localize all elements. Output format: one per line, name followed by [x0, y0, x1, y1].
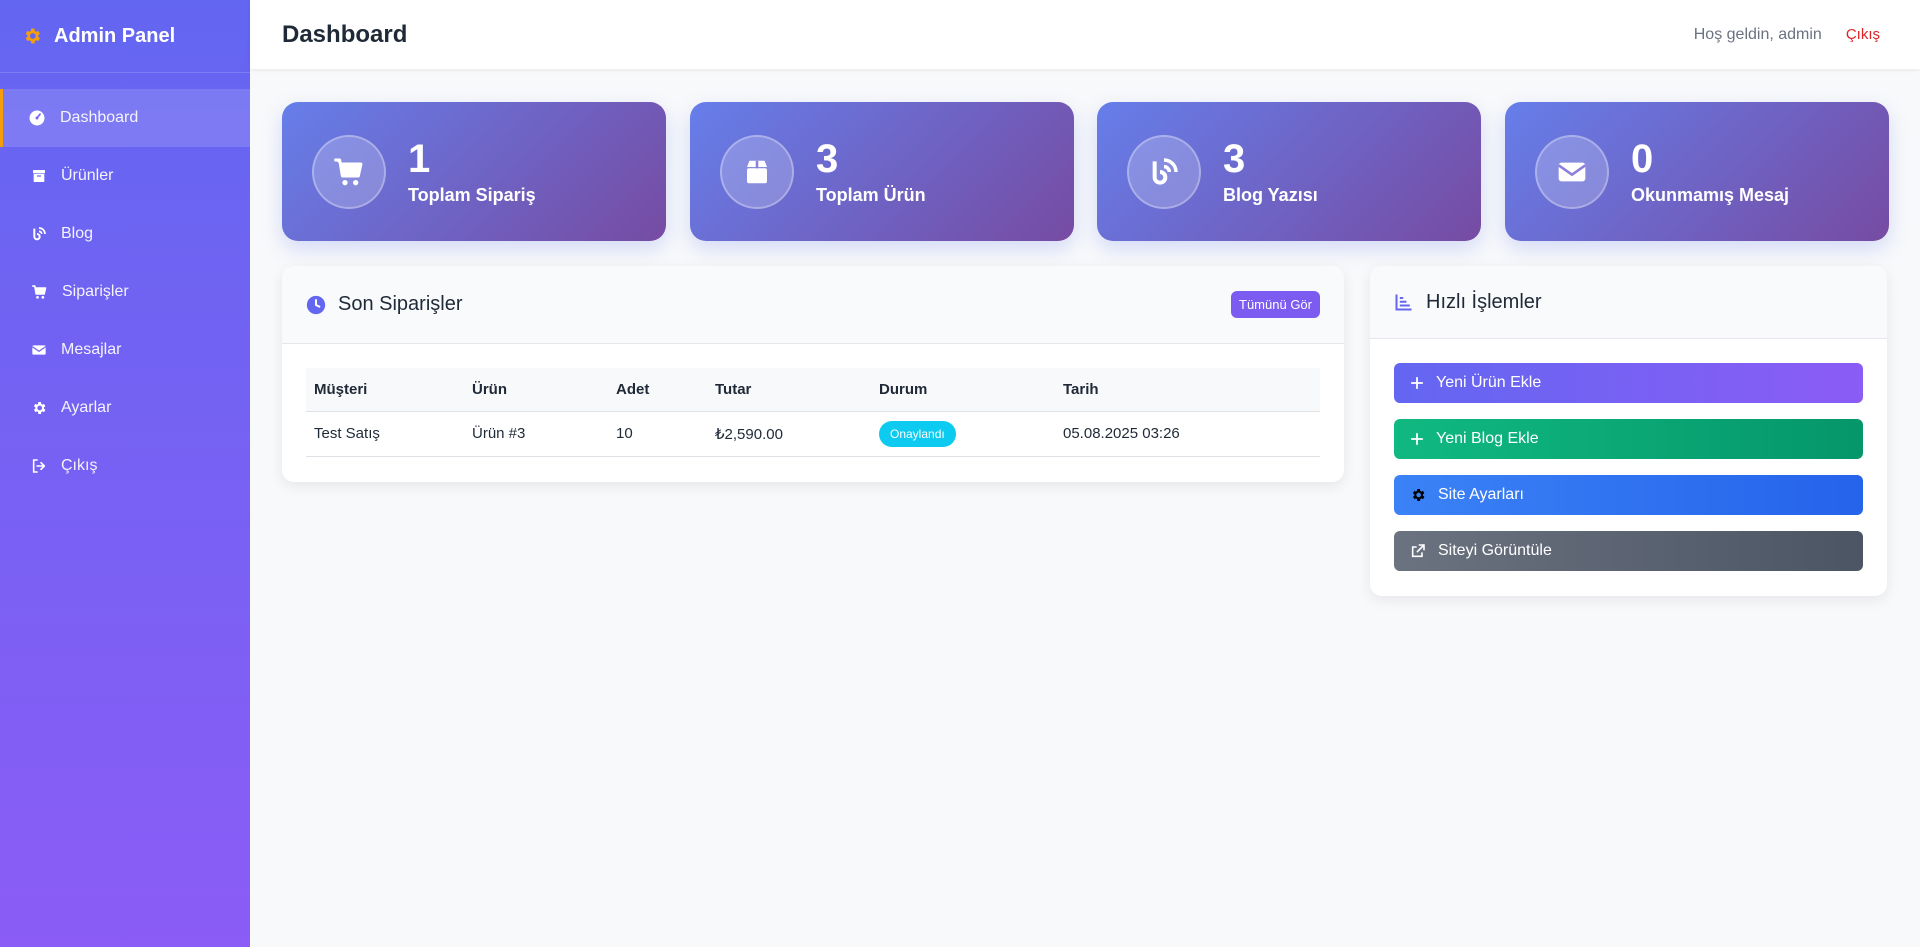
stat-icon-circle — [720, 134, 794, 209]
column-header-customer: Müşteri — [306, 368, 464, 412]
stat-icon-circle — [1127, 134, 1201, 209]
recent-orders-card: Son Siparişler Tümünü Gör Müşteri Ürün A… — [282, 266, 1344, 482]
stat-value: 3 — [1223, 137, 1246, 181]
box-icon — [33, 170, 45, 182]
view-site-button[interactable]: Siteyi Görüntüle — [1394, 531, 1863, 571]
stat-label: Toplam Ürün — [816, 185, 926, 205]
page-title: Dashboard — [282, 20, 408, 48]
stat-label: Toplam Sipariş — [408, 185, 536, 205]
add-blog-button[interactable]: Yeni Blog Ekle — [1394, 419, 1863, 459]
sidebar-item-ayarlar[interactable]: Ayarlar — [0, 379, 250, 437]
orders-table: Müşteri Ürün Adet Tutar Durum Tarih Test… — [306, 368, 1320, 457]
sidebar-item-label: Mesajlar — [61, 341, 122, 358]
stat-card-blog: 3 Blog Yazısı — [1097, 102, 1481, 241]
table-row: Test Satış Ürün #3 10 ₺2,590.00 Onayland… — [306, 411, 1320, 457]
stat-icon-circle — [312, 134, 386, 209]
cart-icon — [334, 158, 363, 185]
stat-value: 0 — [1631, 137, 1654, 181]
logout-link[interactable]: Çıkış — [1846, 26, 1880, 43]
dashboard-icon — [29, 110, 45, 126]
recent-orders-header: Son Siparişler Tümünü Gör — [282, 266, 1344, 344]
action-label: Site Ayarları — [1438, 486, 1524, 503]
plus-icon — [1410, 432, 1424, 446]
gear-icon — [25, 28, 40, 44]
welcome-text: Hoş geldin, admin — [1693, 25, 1822, 43]
add-product-button[interactable]: Yeni Ürün Ekle — [1394, 363, 1863, 403]
action-label: Yeni Blog Ekle — [1436, 430, 1539, 447]
sidebar-item-label: Ayarlar — [61, 399, 112, 416]
box-icon — [747, 160, 767, 183]
stat-value: 3 — [816, 137, 839, 181]
topbar-user: Hoş geldin, admin Çıkış — [1694, 26, 1880, 44]
sidebar-item-urunler[interactable]: Ürünler — [0, 147, 250, 205]
sidebar-item-cikis[interactable]: Çıkış — [0, 437, 250, 495]
sidebar-item-label: Siparişler — [62, 283, 129, 300]
topbar: Dashboard Hoş geldin, admin Çıkış — [250, 0, 1920, 69]
cell-date: 05.08.2025 03:26 — [1055, 411, 1320, 457]
brand-title: Admin Panel — [54, 24, 176, 47]
sidebar-item-mesajlar[interactable]: Mesajlar — [0, 321, 250, 379]
sidebar: Admin Panel Dashboard Ürünler Blog Sipar… — [0, 0, 250, 947]
sidebar-item-label: Dashboard — [60, 109, 139, 126]
quick-actions-header: Hızlı İşlemler — [1370, 266, 1887, 339]
column-header-product: Ürün — [464, 368, 608, 412]
stat-card-messages: 0 Okunmamış Mesaj — [1505, 102, 1889, 241]
column-header-qty: Adet — [608, 368, 707, 412]
envelope-icon — [31, 345, 47, 355]
envelope-icon — [1557, 162, 1587, 181]
action-label: Siteyi Görüntüle — [1438, 542, 1552, 559]
stat-card-orders: 1 Toplam Sipariş — [282, 102, 666, 241]
stat-label: Okunmamış Mesaj — [1631, 185, 1790, 205]
brand: Admin Panel — [0, 0, 250, 73]
sign-out-icon — [32, 459, 46, 473]
stat-value: 1 — [408, 137, 431, 181]
column-header-status: Durum — [871, 368, 1055, 412]
cell-amount: ₺2,590.00 — [707, 411, 871, 457]
sidebar-nav: Dashboard Ürünler Blog Siparişler Mesajl… — [0, 89, 250, 495]
column-header-amount: Tutar — [707, 368, 871, 412]
stat-label: Blog Yazısı — [1223, 185, 1318, 205]
quick-actions-list: Yeni Ürün Ekle Yeni Blog Ekle Site Ayarl… — [1370, 339, 1887, 571]
sidebar-item-siparisler[interactable]: Siparişler — [0, 263, 250, 321]
external-link-icon — [1411, 544, 1425, 558]
status-badge: Onaylandı — [879, 420, 956, 447]
action-label: Yeni Ürün Ekle — [1436, 374, 1542, 391]
plus-icon — [1410, 376, 1424, 390]
sidebar-item-label: Ürünler — [61, 167, 114, 184]
sidebar-item-blog[interactable]: Blog — [0, 205, 250, 263]
cart-icon — [32, 285, 47, 299]
sidebar-item-dashboard[interactable]: Dashboard — [0, 89, 250, 147]
cell-customer: Test Satış — [306, 411, 464, 457]
quick-actions-title: Hızlı İşlemler — [1426, 290, 1542, 313]
recent-orders-title: Son Siparişler — [338, 293, 463, 315]
cell-status: Onaylandı — [871, 411, 1055, 457]
cell-qty: 10 — [608, 411, 707, 457]
gear-icon — [33, 402, 46, 414]
chart-bar-icon — [1395, 294, 1412, 311]
gear-icon — [1412, 489, 1425, 501]
sidebar-item-label: Çıkış — [61, 457, 98, 474]
blog-icon — [33, 227, 46, 241]
stat-card-products: 3 Toplam Ürün — [690, 102, 1074, 241]
sidebar-item-label: Blog — [61, 225, 94, 242]
clock-icon — [306, 295, 326, 314]
stat-icon-circle — [1535, 134, 1609, 209]
column-header-date: Tarih — [1055, 368, 1320, 412]
cell-product: Ürün #3 — [464, 411, 608, 457]
view-all-button[interactable]: Tümünü Gör — [1231, 291, 1320, 318]
quick-actions-card: Hızlı İşlemler Yeni Ürün Ekle Yeni Blog … — [1370, 266, 1887, 596]
table-header-row: Müşteri Ürün Adet Tutar Durum Tarih — [306, 368, 1320, 412]
site-settings-button[interactable]: Site Ayarları — [1394, 475, 1863, 515]
blog-icon — [1152, 157, 1178, 185]
